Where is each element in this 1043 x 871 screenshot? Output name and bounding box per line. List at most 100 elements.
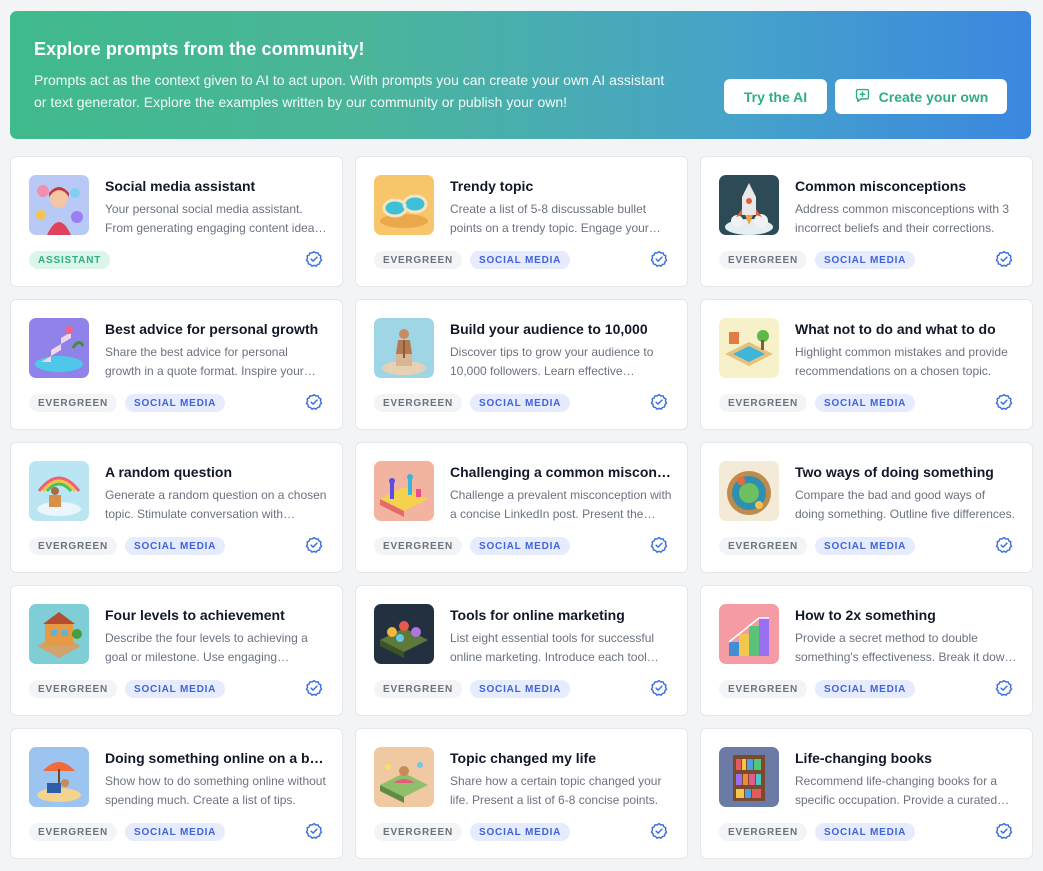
- tag-social-media[interactable]: SOCIAL MEDIA: [125, 823, 226, 841]
- card-title: Common misconceptions: [795, 178, 967, 194]
- card-tags: EVERGREEN SOCIAL MEDIA: [29, 537, 226, 555]
- card-description: Your personal social media assistant. Fr…: [105, 202, 321, 235]
- verified-badge-icon: [650, 679, 668, 697]
- card-tags: EVERGREEN SOCIAL MEDIA: [374, 680, 571, 698]
- card-tags: EVERGREEN SOCIAL MEDIA: [374, 537, 571, 555]
- card-tags: EVERGREEN SOCIAL MEDIA: [719, 251, 916, 269]
- tag-evergreen[interactable]: EVERGREEN: [374, 680, 462, 698]
- card-title: Best advice for personal growth: [105, 321, 319, 337]
- verified-badge-icon: [650, 393, 668, 411]
- verified-badge-icon: [650, 822, 668, 840]
- tag-social-media[interactable]: SOCIAL MEDIA: [470, 251, 571, 269]
- woman-with-bubbles-icon: [29, 175, 89, 235]
- card-description: Highlight common mistakes and provide re…: [795, 345, 1008, 378]
- meditation-icon: [374, 747, 434, 807]
- verified-badge-icon: [995, 679, 1013, 697]
- prompt-card[interactable]: What not to do and what to do Highlight c…: [700, 299, 1033, 430]
- bookshelf-icon: [719, 747, 779, 807]
- verified-badge-icon: [305, 679, 323, 697]
- tag-evergreen[interactable]: EVERGREEN: [29, 680, 117, 698]
- hero-banner: Explore prompts from the community! Prom…: [10, 11, 1031, 139]
- tag-evergreen[interactable]: EVERGREEN: [719, 251, 807, 269]
- card-title: Four levels to achievement: [105, 607, 285, 623]
- card-title: Trendy topic: [450, 178, 534, 194]
- prompt-card[interactable]: How to 2x something Provide a secret meth…: [700, 585, 1033, 716]
- tag-social-media[interactable]: SOCIAL MEDIA: [815, 680, 916, 698]
- tag-evergreen[interactable]: EVERGREEN: [719, 680, 807, 698]
- card-description: Share the best advice for personal growt…: [105, 345, 304, 378]
- tag-evergreen[interactable]: EVERGREEN: [719, 394, 807, 412]
- verified-badge-icon: [305, 822, 323, 840]
- card-title: Build your audience to 10,000: [450, 321, 648, 337]
- card-tags: EVERGREEN SOCIAL MEDIA: [719, 680, 916, 698]
- tag-social-media[interactable]: SOCIAL MEDIA: [470, 394, 571, 412]
- card-tags: EVERGREEN SOCIAL MEDIA: [29, 680, 226, 698]
- card-tags: EVERGREEN SOCIAL MEDIA: [719, 394, 916, 412]
- beach-umbrella-icon: [29, 747, 89, 807]
- island-stairs-icon: [29, 318, 89, 378]
- verified-badge-icon: [650, 536, 668, 554]
- prompt-card[interactable]: Trendy topic Create a list of 5-8 discuss…: [355, 156, 688, 287]
- island-pool-icon: [719, 318, 779, 378]
- tag-evergreen[interactable]: EVERGREEN: [374, 823, 462, 841]
- tag-evergreen[interactable]: EVERGREEN: [719, 823, 807, 841]
- card-description: Provide a secret method to double someth…: [795, 631, 1012, 664]
- isometric-house-icon: [29, 604, 89, 664]
- card-tags: ASSISTANT: [29, 251, 111, 269]
- tag-social-media[interactable]: SOCIAL MEDIA: [815, 537, 916, 555]
- tag-social-media[interactable]: SOCIAL MEDIA: [470, 537, 571, 555]
- card-description: Describe the four levels to achieving a …: [105, 631, 308, 664]
- card-description: Challenge a prevalent misconception with…: [450, 488, 672, 521]
- card-tags: EVERGREEN SOCIAL MEDIA: [374, 823, 571, 841]
- card-tags: EVERGREEN SOCIAL MEDIA: [374, 394, 571, 412]
- prompt-card[interactable]: Common misconceptions Address common misc…: [700, 156, 1033, 287]
- verified-badge-icon: [650, 250, 668, 268]
- card-tags: EVERGREEN SOCIAL MEDIA: [719, 823, 916, 841]
- card-title: Challenging a common misconception: [450, 464, 672, 480]
- chat-plus-icon: [854, 87, 871, 107]
- tag-evergreen[interactable]: EVERGREEN: [29, 537, 117, 555]
- prompt-card[interactable]: Build your audience to 10,000 Discover ti…: [355, 299, 688, 430]
- verified-badge-icon: [995, 822, 1013, 840]
- prompt-card[interactable]: Four levels to achievement Describe the f…: [10, 585, 343, 716]
- person-rainbow-icon: [29, 461, 89, 521]
- tag-evergreen[interactable]: EVERGREEN: [374, 251, 462, 269]
- tag-social-media[interactable]: SOCIAL MEDIA: [470, 680, 571, 698]
- card-description: Create a list of 5-8 discussable bullet …: [450, 202, 649, 235]
- tag-evergreen[interactable]: EVERGREEN: [374, 537, 462, 555]
- tag-social-media[interactable]: SOCIAL MEDIA: [125, 394, 226, 412]
- tag-social-media[interactable]: SOCIAL MEDIA: [470, 823, 571, 841]
- card-title: A random question: [105, 464, 233, 480]
- tag-evergreen[interactable]: EVERGREEN: [719, 537, 807, 555]
- prompt-card[interactable]: Topic changed my life Share how a certain…: [355, 728, 688, 859]
- tag-social-media[interactable]: SOCIAL MEDIA: [815, 823, 916, 841]
- tag-evergreen[interactable]: EVERGREEN: [29, 823, 117, 841]
- prompt-card[interactable]: Best advice for personal growth Share the…: [10, 299, 343, 430]
- prompt-card[interactable]: Two ways of doing something Compare the b…: [700, 442, 1033, 573]
- colorful-figures-icon: [374, 461, 434, 521]
- prompt-card[interactable]: A random question Generate a random quest…: [10, 442, 343, 573]
- tag-assistant[interactable]: ASSISTANT: [29, 251, 111, 269]
- prompt-card[interactable]: Doing something online on a budget Show h…: [10, 728, 343, 859]
- card-description: List eight essential tools for successfu…: [450, 631, 655, 664]
- card-title: How to 2x something: [795, 607, 936, 623]
- card-tags: EVERGREEN SOCIAL MEDIA: [719, 537, 916, 555]
- create-your-own-button[interactable]: Create your own: [835, 79, 1007, 114]
- card-tags: EVERGREEN SOCIAL MEDIA: [29, 823, 226, 841]
- sunglasses-icon: [374, 175, 434, 235]
- tag-evergreen[interactable]: EVERGREEN: [29, 394, 117, 412]
- verified-badge-icon: [305, 250, 323, 268]
- tag-evergreen[interactable]: EVERGREEN: [374, 394, 462, 412]
- prompt-card[interactable]: Social media assistant Your personal soci…: [10, 156, 343, 287]
- prompt-card[interactable]: Life-changing books Recommend life-changi…: [700, 728, 1033, 859]
- tag-social-media[interactable]: SOCIAL MEDIA: [125, 680, 226, 698]
- tag-social-media[interactable]: SOCIAL MEDIA: [815, 394, 916, 412]
- tag-social-media[interactable]: SOCIAL MEDIA: [125, 537, 226, 555]
- try-the-ai-button[interactable]: Try the AI: [724, 79, 827, 114]
- prompt-card[interactable]: Tools for online marketing List eight ess…: [355, 585, 688, 716]
- card-description: Discover tips to grow your audience to 1…: [450, 345, 654, 378]
- tag-social-media[interactable]: SOCIAL MEDIA: [815, 251, 916, 269]
- create-your-own-label: Create your own: [878, 88, 989, 105]
- prompt-card[interactable]: Challenging a common misconception Challe…: [355, 442, 688, 573]
- verified-badge-icon: [995, 393, 1013, 411]
